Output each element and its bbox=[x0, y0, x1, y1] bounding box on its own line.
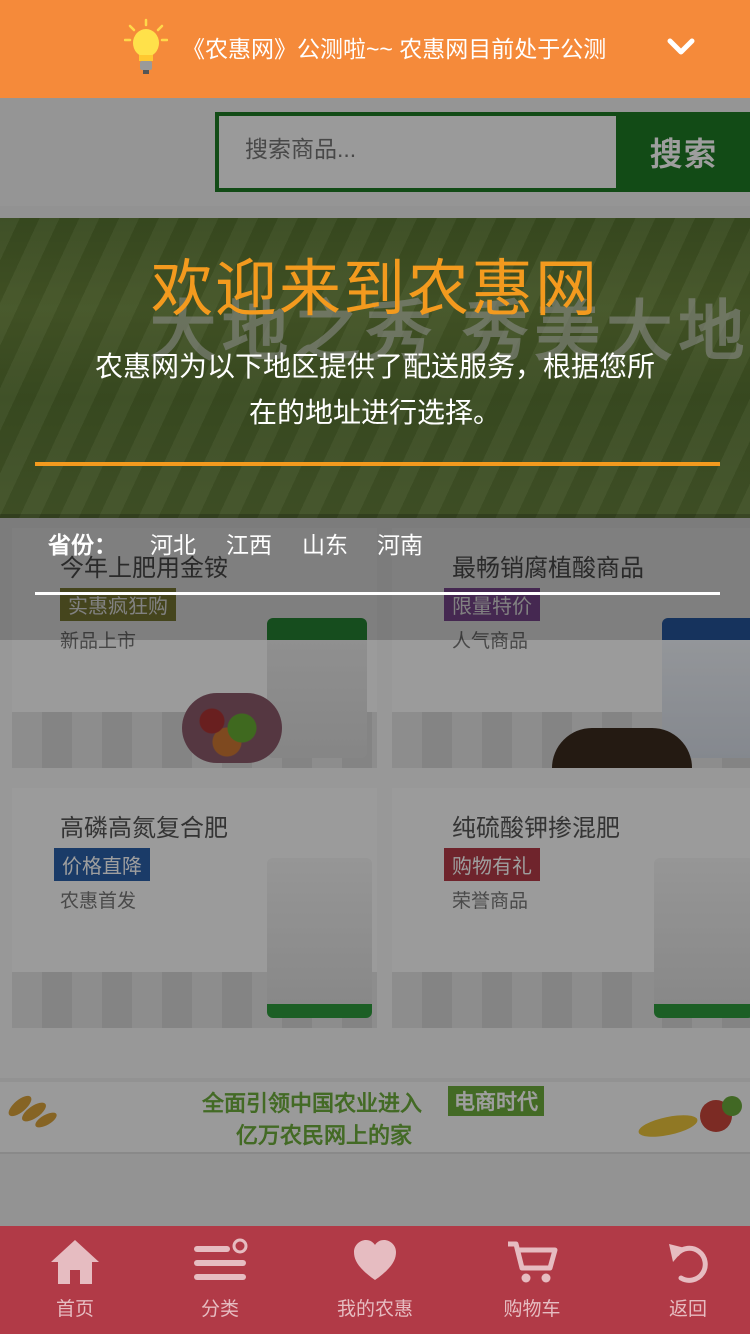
province-label: 省份： bbox=[48, 532, 117, 558]
tab-back[interactable]: 返回 bbox=[613, 1226, 750, 1334]
lightbulb-icon bbox=[124, 18, 168, 74]
province-option-henan[interactable]: 河南 bbox=[377, 526, 423, 560]
tab-label: 购物车 bbox=[503, 1299, 561, 1320]
tab-my-nonghui[interactable]: 我的农惠 bbox=[300, 1226, 450, 1334]
tab-label: 分类 bbox=[200, 1299, 239, 1320]
home-icon bbox=[51, 1240, 99, 1284]
bottom-tabbar: 首页 分类 我的农惠 购物车 返回 bbox=[0, 1226, 750, 1334]
tab-label: 首页 bbox=[55, 1299, 94, 1320]
notice-bar[interactable]: 《农惠网》公测啦~~ 农惠网目前处于公测 bbox=[0, 0, 750, 98]
category-icon bbox=[194, 1238, 248, 1280]
province-underline bbox=[35, 592, 720, 595]
province-selector: 省份： 河北 江西 山东 河南 bbox=[0, 514, 750, 640]
tab-label: 返回 bbox=[668, 1299, 707, 1320]
notice-text: 《农惠网》公测啦~~ 农惠网目前处于公测 bbox=[182, 36, 607, 62]
province-option-hebei[interactable]: 河北 bbox=[150, 526, 196, 560]
chevron-down-icon[interactable] bbox=[664, 30, 698, 64]
province-option-shandong[interactable]: 山东 bbox=[302, 526, 348, 560]
tab-home[interactable]: 首页 bbox=[0, 1226, 150, 1334]
heart-icon bbox=[354, 1240, 396, 1280]
tab-cart[interactable]: 购物车 bbox=[457, 1226, 607, 1334]
modal-heading: 欢迎来到农惠网 bbox=[150, 255, 599, 324]
cart-icon bbox=[508, 1241, 558, 1283]
tab-label: 我的农惠 bbox=[336, 1299, 413, 1320]
modal-description: 农惠网为以下地区提供了配送服务，根据您所在的地址进行选择。 bbox=[94, 351, 655, 428]
province-option-jiangxi[interactable]: 江西 bbox=[226, 526, 272, 560]
modal-divider bbox=[35, 462, 720, 466]
back-icon bbox=[669, 1244, 708, 1283]
tab-category[interactable]: 分类 bbox=[145, 1226, 295, 1334]
